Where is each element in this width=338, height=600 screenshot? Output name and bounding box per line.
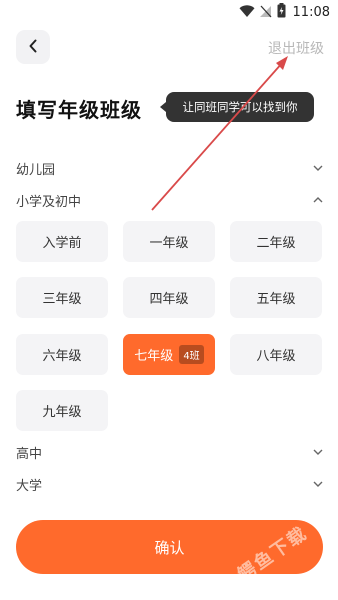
grade-button[interactable]: 三年级 [16,277,108,318]
tooltip: 让同班同学可以找到你 [160,92,314,122]
status-time: 11:08 [292,4,330,20]
chevron-down-icon [312,446,324,458]
class-badge: 4班 [179,345,204,364]
status-bar: 11:08 [0,0,338,24]
section-kindergarten[interactable]: 幼儿园 [16,157,324,179]
grade-button[interactable]: 入学前 [16,221,108,262]
grade-button[interactable]: 八年级 [230,334,322,375]
section-label: 高中 [16,446,43,462]
grade-button[interactable]: 四年级 [123,277,215,318]
section-label: 大学 [16,478,43,494]
exit-class-button[interactable]: 退出班级 [268,38,324,58]
grade-button[interactable]: 一年级 [123,221,215,262]
section-label: 小学及初中 [16,194,82,210]
wifi-icon [239,3,255,22]
section-primary-middle[interactable]: 小学及初中 [16,189,324,211]
status-icons: 11:08 [239,2,330,22]
grade-button-selected[interactable]: 七年级 4班 [123,334,215,375]
section-university[interactable]: 大学 [16,473,324,495]
chevron-up-icon [312,194,324,206]
chevron-down-icon [312,162,324,174]
grade-button[interactable]: 五年级 [230,277,322,318]
section-label: 幼儿园 [16,162,56,178]
grade-button[interactable]: 二年级 [230,221,322,262]
battery-icon [277,2,286,22]
no-signal-icon [259,3,272,22]
grade-button[interactable]: 六年级 [16,334,108,375]
chevron-left-icon [28,38,38,57]
chevron-down-icon [312,478,324,490]
section-high-school[interactable]: 高中 [16,441,324,463]
grade-button[interactable]: 九年级 [16,390,108,431]
back-button[interactable] [16,30,50,64]
page-title: 填写年级班级 [16,98,142,122]
